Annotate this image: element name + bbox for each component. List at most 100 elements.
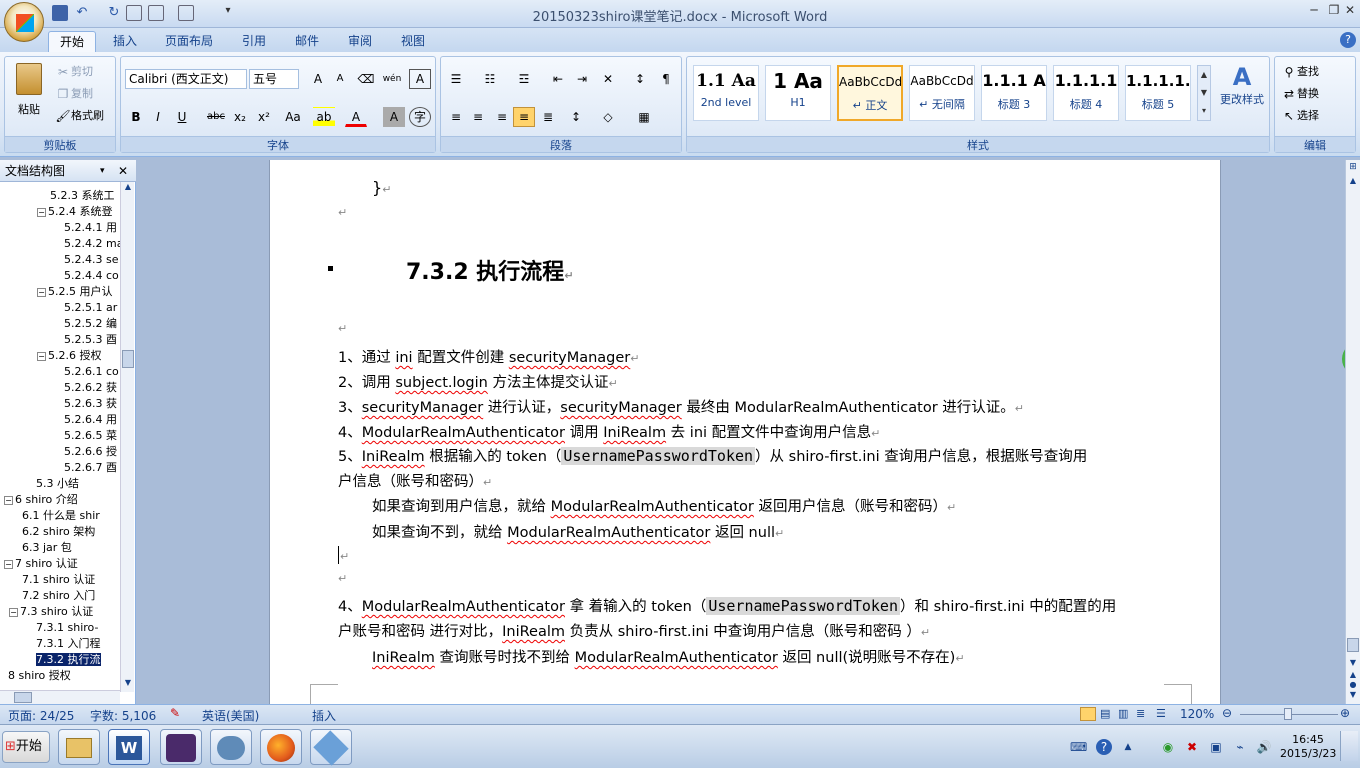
redo-icon[interactable]: ↻ xyxy=(106,5,122,21)
nav-item[interactable]: −5.2.6 授权 xyxy=(4,348,120,364)
draft-view-icon[interactable]: ☰ xyxy=(1156,707,1166,720)
collapse-toggle-icon[interactable]: − xyxy=(37,207,46,217)
save-icon[interactable] xyxy=(52,5,68,21)
device-tray-icon[interactable]: ▣ xyxy=(1208,739,1224,755)
select-button[interactable]: ↖ 选择 xyxy=(1281,107,1319,124)
shading-icon[interactable]: ◇ xyxy=(597,107,619,127)
bullets-icon[interactable]: ☰ xyxy=(445,69,467,89)
volume-tray-icon[interactable]: 🔊 xyxy=(1256,739,1272,755)
nav-item[interactable]: 5.2.4.2 ma xyxy=(4,236,120,252)
subscript-icon[interactable]: x₂ xyxy=(229,107,251,127)
scroll-thumb[interactable] xyxy=(122,350,134,368)
grow-font-icon[interactable]: A xyxy=(307,69,329,89)
show-marks-icon[interactable]: ¶ xyxy=(655,69,677,89)
explorer-taskbar-icon[interactable] xyxy=(58,729,100,765)
nav-item[interactable]: 5.2.6.2 获 xyxy=(4,380,120,396)
nav-item[interactable]: 7.2 shiro 入门 xyxy=(4,588,120,604)
paste-button[interactable]: 粘贴 xyxy=(11,63,47,127)
word-taskbar-icon[interactable]: W xyxy=(108,729,150,765)
security-tray-icon[interactable]: ◉ xyxy=(1160,739,1176,755)
sort-icon[interactable]: ↕ xyxy=(629,69,651,89)
insert-mode[interactable]: 插入 xyxy=(312,707,336,724)
expand-tray-icon[interactable]: ▲ xyxy=(1120,739,1136,755)
quick-print-icon[interactable] xyxy=(148,5,164,21)
nav-item[interactable]: 5.2.4.3 se xyxy=(4,252,120,268)
scroll-up-icon[interactable]: ▲ xyxy=(1347,176,1359,188)
distributed-icon[interactable]: ≣ xyxy=(537,107,559,127)
tab-insert[interactable]: 插入 xyxy=(102,31,148,52)
nav-item[interactable]: 7.3.1 shiro- xyxy=(4,620,120,636)
scroll-thumb[interactable] xyxy=(1347,638,1359,652)
ruler-toggle-icon[interactable]: ⊞ xyxy=(1347,162,1359,174)
style-heading-5[interactable]: 1.1.1.1. 标题 5 xyxy=(1125,65,1191,121)
pane-close-icon[interactable]: ✕ xyxy=(118,160,128,182)
tab-mailings[interactable]: 邮件 xyxy=(284,31,330,52)
style-heading-4[interactable]: 1.1.1.1 标题 4 xyxy=(1053,65,1119,121)
page-indicator[interactable]: 页面: 24/25 xyxy=(8,707,74,724)
help-tray-icon[interactable]: ? xyxy=(1096,739,1112,755)
copy-button[interactable]: ❐ 复制 xyxy=(55,85,93,102)
superscript-icon[interactable]: x² xyxy=(253,107,275,127)
font-name-combo[interactable]: Calibri (西文正文) xyxy=(125,69,247,89)
cut-button[interactable]: ✂ 剪切 xyxy=(55,63,93,80)
nav-item[interactable]: 7.1 shiro 认证 xyxy=(4,572,120,588)
multilevel-list-icon[interactable]: ☲ xyxy=(513,69,535,89)
shrink-font-icon[interactable]: A xyxy=(329,69,351,89)
nav-item[interactable]: 5.2.5.1 ar xyxy=(4,300,120,316)
nav-item[interactable]: 5.2.4.4 co xyxy=(4,268,120,284)
zoom-in-icon[interactable]: ⊕ xyxy=(1340,706,1350,720)
tab-home[interactable]: 开始 xyxy=(48,31,97,52)
nav-item[interactable]: 6.2 shiro 架构 xyxy=(4,524,120,540)
line-spacing-icon[interactable]: ↕ xyxy=(565,107,587,127)
nav-item[interactable]: 5.2.3 系统工 xyxy=(4,188,120,204)
help-icon[interactable]: ? xyxy=(1340,32,1356,48)
nav-item[interactable]: 6.3 jar 包 xyxy=(4,540,120,556)
next-page-icon[interactable]: ▼ xyxy=(1347,690,1359,700)
nav-item[interactable]: 5.2.6.3 获 xyxy=(4,396,120,412)
document-map-hscroll[interactable] xyxy=(0,690,120,704)
mysql-taskbar-icon[interactable] xyxy=(210,729,252,765)
clock[interactable]: 16:45 2015/3/23 xyxy=(1280,733,1336,761)
increase-indent-icon[interactable]: ⇥ xyxy=(571,69,593,89)
show-desktop-button[interactable] xyxy=(1340,731,1358,761)
tab-references[interactable]: 引用 xyxy=(231,31,277,52)
nav-item[interactable]: 5.2.6.4 用 xyxy=(4,412,120,428)
change-case-icon[interactable]: Aa xyxy=(279,107,307,127)
strikethrough-icon[interactable]: abc xyxy=(205,107,227,127)
char-shading-icon[interactable]: A xyxy=(383,107,405,127)
styles-scroll-icon[interactable]: ▲ ▼ ▾ xyxy=(1197,65,1211,121)
language-indicator[interactable]: 英语(美国) xyxy=(202,707,259,724)
clear-format-icon[interactable]: ⌫ xyxy=(355,69,377,89)
nav-item[interactable]: 7.3.2 执行流 xyxy=(4,652,120,668)
style-normal[interactable]: AaBbCcDd ↵ 正文 xyxy=(837,65,903,121)
align-left-icon[interactable]: ≡ xyxy=(445,107,467,127)
office-button[interactable] xyxy=(4,2,44,42)
style-no-spacing[interactable]: AaBbCcDd ↵ 无间隔 xyxy=(909,65,975,121)
chinese-layout-icon[interactable]: ✕ xyxy=(597,69,619,89)
outline-view-icon[interactable]: ≣ xyxy=(1136,707,1145,720)
font-color-icon[interactable]: A xyxy=(345,107,367,127)
justify-icon[interactable]: ≡ xyxy=(513,107,535,127)
borders-icon[interactable]: ▦ xyxy=(633,107,655,127)
collapse-toggle-icon[interactable]: − xyxy=(37,351,46,361)
web-layout-view-icon[interactable]: ▥ xyxy=(1118,707,1128,720)
keyboard-tray-icon[interactable]: ⌨ xyxy=(1070,739,1087,755)
tab-view[interactable]: 视图 xyxy=(390,31,436,52)
nav-item[interactable]: 5.2.6.6 授 xyxy=(4,444,120,460)
nav-item[interactable]: −7 shiro 认证 xyxy=(4,556,120,572)
zoom-out-icon[interactable]: ⊖ xyxy=(1222,706,1232,720)
replace-button[interactable]: ⇄ 替换 xyxy=(1281,85,1319,102)
collapse-toggle-icon[interactable]: − xyxy=(37,287,46,297)
usb-tray-icon[interactable]: ⌁ xyxy=(1232,739,1248,755)
scroll-up-icon[interactable]: ▲ xyxy=(122,182,134,194)
network-tray-icon[interactable]: ✖ xyxy=(1184,739,1200,755)
align-center-icon[interactable]: ≡ xyxy=(467,107,489,127)
align-right-icon[interactable]: ≡ xyxy=(491,107,513,127)
decrease-indent-icon[interactable]: ⇤ xyxy=(547,69,569,89)
document-page[interactable]: }↵ ↵ 7.3.2 执行流程↵ ↵ 1、通过 ini 配置文件创建 secur… xyxy=(269,160,1221,704)
browse-object-icon[interactable]: ● xyxy=(1347,680,1359,690)
nav-item[interactable]: −6 shiro 介绍 xyxy=(4,492,120,508)
nav-item[interactable]: 5.2.6.1 co xyxy=(4,364,120,380)
nav-item[interactable]: −5.2.4 系统登 xyxy=(4,204,120,220)
nav-item[interactable]: 5.3 小结 xyxy=(4,476,120,492)
